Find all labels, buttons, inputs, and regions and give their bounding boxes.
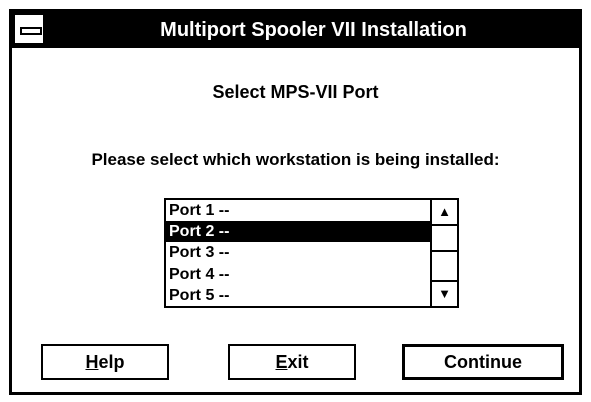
up-arrow-icon: ▲ [438, 204, 451, 219]
exit-mnemonic: E [275, 352, 288, 372]
help-button[interactable]: Help [41, 344, 169, 380]
port-list-scrollbar[interactable]: ▲ ▼ [430, 200, 457, 306]
dialog-prompt: Please select which workstation is being… [91, 150, 500, 169]
exit-label-rest: xit [287, 352, 309, 372]
help-mnemonic: H [85, 352, 99, 372]
list-item-port-4[interactable]: Port 4 -- [166, 264, 430, 285]
continue-button[interactable]: Continue [402, 344, 564, 380]
list-item-port-5[interactable]: Port 5 -- [166, 285, 430, 306]
dialog-heading: Select MPS-VII Port [212, 82, 379, 102]
down-arrow-icon: ▼ [438, 286, 451, 301]
scroll-up-button[interactable]: ▲ [432, 200, 457, 226]
port-list-items: Port 1 -- Port 2 -- Port 3 -- Port 4 -- … [166, 200, 430, 306]
installation-dialog: Multiport Spooler VII Installation Selec… [9, 9, 582, 395]
list-item-port-2[interactable]: Port 2 -- [166, 221, 430, 243]
window-title: Multiport Spooler VII Installation [160, 19, 467, 41]
exit-button[interactable]: Exit [228, 344, 356, 380]
title-bar[interactable]: Multiport Spooler VII Installation [12, 12, 579, 48]
system-menu-button[interactable] [14, 14, 44, 44]
scroll-down-button[interactable]: ▼ [432, 280, 457, 306]
scroll-thumb[interactable] [432, 226, 457, 252]
help-label-rest: elp [98, 352, 125, 372]
system-menu-icon [20, 27, 42, 35]
port-listbox[interactable]: Port 1 -- Port 2 -- Port 3 -- Port 4 -- … [164, 198, 459, 308]
list-item-port-1[interactable]: Port 1 -- [166, 200, 430, 221]
list-item-port-3[interactable]: Port 3 -- [166, 242, 430, 263]
